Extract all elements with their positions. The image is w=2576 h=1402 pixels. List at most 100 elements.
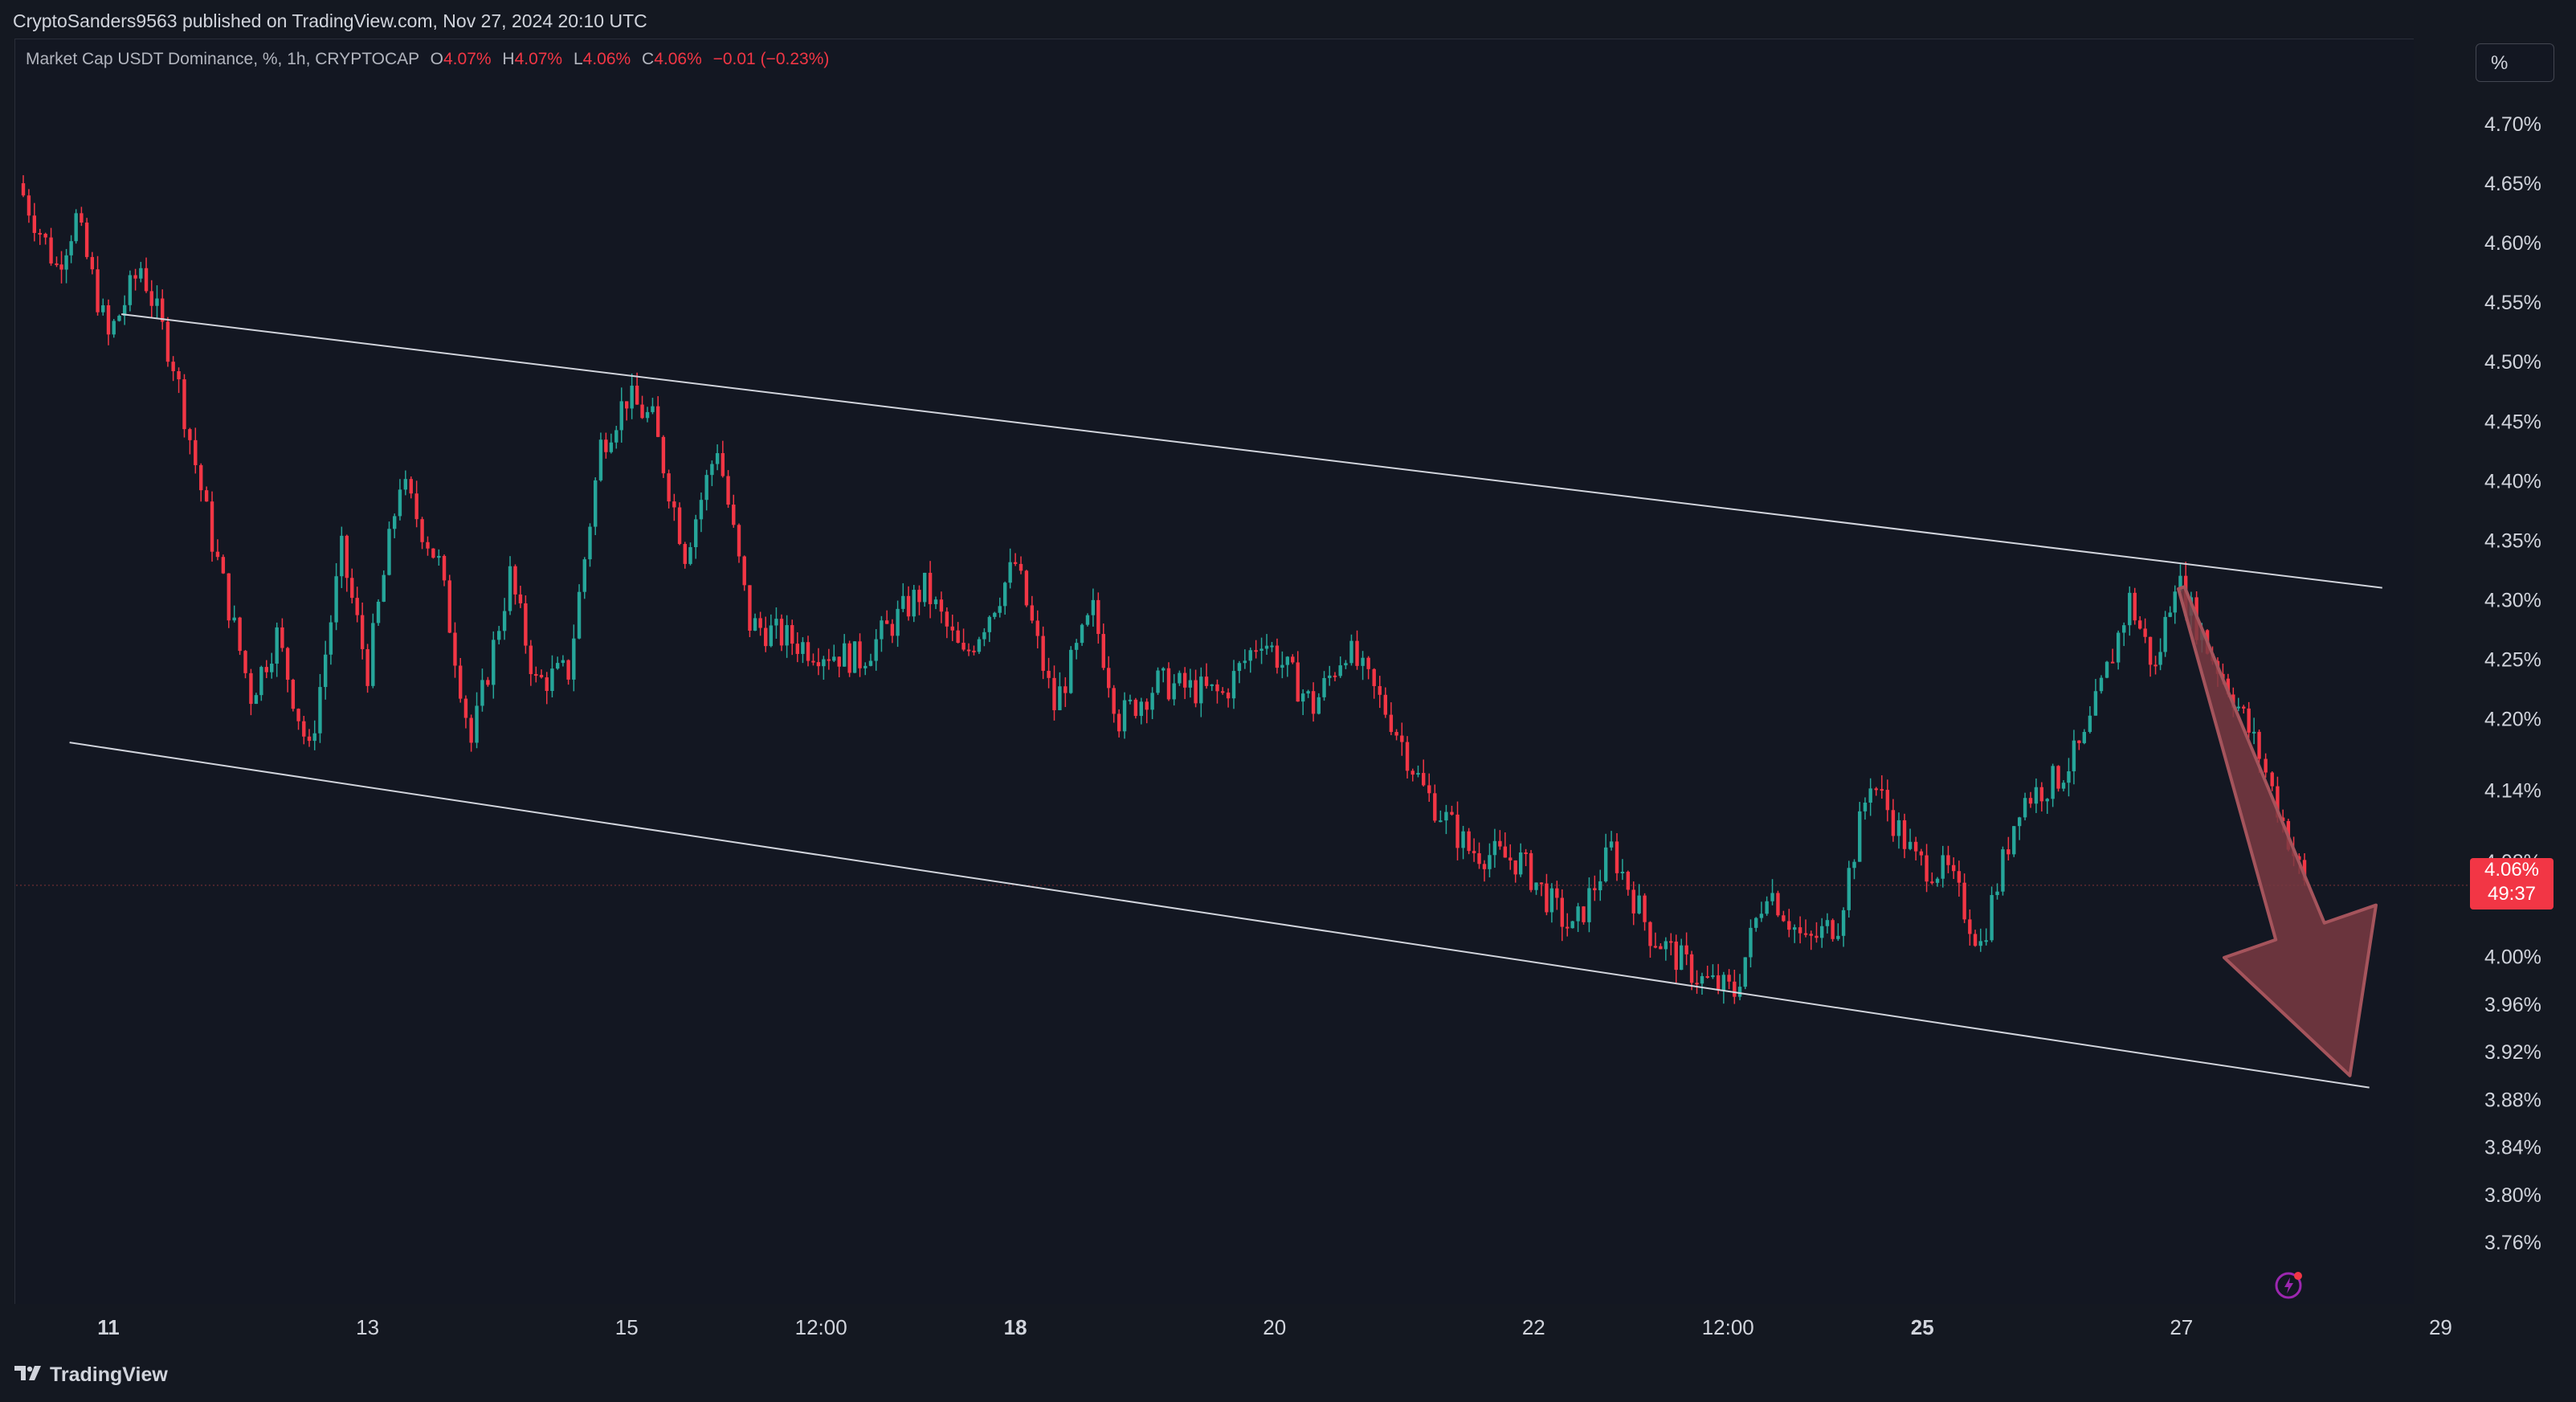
candle-body bbox=[672, 501, 676, 508]
candle-body bbox=[1204, 676, 1209, 686]
candle-body bbox=[1518, 852, 1523, 875]
candle-body bbox=[1847, 868, 1851, 910]
candle-body bbox=[1013, 562, 1018, 564]
candle-body bbox=[710, 464, 714, 476]
candle-body bbox=[555, 663, 560, 669]
candle-body bbox=[2023, 798, 2027, 818]
candle-body bbox=[1019, 563, 1023, 571]
open-label: O bbox=[430, 50, 443, 68]
candle-body bbox=[1002, 582, 1007, 607]
candle-body bbox=[837, 656, 841, 667]
candle-body bbox=[2034, 787, 2039, 804]
candle-body bbox=[1809, 934, 1813, 936]
candle-body bbox=[1450, 811, 1454, 815]
candle-body bbox=[1492, 840, 1497, 856]
candle-body bbox=[868, 660, 873, 666]
candle-body bbox=[1576, 906, 1580, 922]
candle-body bbox=[1852, 861, 1856, 869]
candle-body bbox=[1215, 684, 1219, 692]
candle-body bbox=[906, 595, 911, 617]
candle-body bbox=[550, 668, 554, 691]
candle-body bbox=[561, 660, 565, 664]
candle-body bbox=[715, 453, 720, 464]
candle-body bbox=[1210, 684, 1214, 686]
candle-body bbox=[1243, 660, 1247, 664]
candle-body bbox=[128, 275, 133, 305]
y-tick-label: 3.84% bbox=[2484, 1137, 2541, 1159]
candle-body bbox=[645, 411, 650, 419]
candle-body bbox=[640, 404, 644, 419]
candle-body bbox=[2088, 715, 2092, 732]
candle-body bbox=[2173, 591, 2177, 613]
candle-body bbox=[1787, 921, 1791, 930]
tradingview-logo[interactable]: TradingView bbox=[14, 1363, 168, 1387]
candle-body bbox=[1400, 735, 1404, 742]
candle-body bbox=[1957, 871, 1962, 883]
candle-body bbox=[307, 736, 312, 742]
candle-body bbox=[215, 551, 220, 558]
candle-body bbox=[1008, 562, 1012, 583]
candle-body bbox=[1107, 668, 1111, 689]
candle-body bbox=[742, 556, 746, 586]
candle-body bbox=[1695, 983, 1699, 985]
candle-body bbox=[852, 641, 857, 673]
candle-body bbox=[1990, 895, 1994, 941]
candle-body bbox=[982, 632, 986, 640]
candle-body bbox=[101, 305, 105, 313]
candle-body bbox=[1858, 811, 1862, 862]
candle-body bbox=[1995, 891, 1999, 896]
candle-body bbox=[2077, 740, 2081, 743]
y-tick-label: 3.92% bbox=[2484, 1041, 2541, 1064]
candle-body bbox=[371, 623, 375, 686]
candle-body bbox=[84, 223, 89, 257]
percent-scale-button[interactable]: % bbox=[2476, 43, 2554, 82]
candle-body bbox=[572, 638, 576, 680]
candle-body bbox=[1264, 645, 1269, 649]
candle-body bbox=[96, 269, 100, 313]
candle-body bbox=[232, 617, 236, 621]
y-tick-label: 4.45% bbox=[2484, 411, 2541, 433]
price-chart[interactable]: 4.70% 4.65% 4.60% 4.55% 4.50% 4.45% 4.40% 4.35%… bbox=[0, 0, 2576, 1402]
y-tick-label: 3.96% bbox=[2484, 994, 2541, 1016]
candle-body bbox=[350, 578, 354, 599]
candle-body bbox=[1035, 620, 1039, 636]
candle-body bbox=[737, 525, 741, 557]
candle-body bbox=[774, 619, 778, 626]
candle-body bbox=[1188, 680, 1193, 688]
candle-body bbox=[785, 625, 789, 646]
candle-body bbox=[1069, 649, 1073, 693]
candle-body bbox=[972, 650, 976, 652]
candle-body bbox=[210, 501, 214, 552]
candle-body bbox=[38, 232, 42, 235]
candle-body bbox=[827, 659, 831, 661]
candle-body bbox=[619, 401, 623, 431]
candle-body bbox=[32, 215, 37, 233]
candle-body bbox=[1080, 624, 1084, 644]
candle-body bbox=[1047, 670, 1051, 678]
candle-body bbox=[2133, 592, 2137, 621]
candle-body bbox=[933, 599, 938, 604]
candle-body bbox=[1410, 770, 1415, 775]
candle-body bbox=[1815, 935, 1819, 938]
candle-body bbox=[2051, 766, 2055, 799]
candle-body bbox=[188, 429, 192, 440]
candle-body bbox=[790, 625, 794, 644]
candle-body bbox=[822, 659, 826, 667]
candle-body bbox=[1259, 648, 1264, 652]
candle-body bbox=[291, 680, 296, 709]
candle-body bbox=[1770, 893, 1774, 901]
candle-body bbox=[133, 275, 137, 279]
channel-upper-line bbox=[121, 313, 2382, 589]
lightning-alert-icon[interactable] bbox=[2274, 1269, 2305, 1300]
candle-body bbox=[1166, 668, 1171, 700]
y-tick-label: 3.76% bbox=[2484, 1232, 2541, 1254]
candle-body bbox=[1874, 788, 1878, 791]
candle-body bbox=[463, 698, 468, 718]
candle-body bbox=[1461, 831, 1465, 848]
candle-body bbox=[2236, 706, 2240, 709]
candle-body bbox=[945, 611, 949, 627]
candle-body bbox=[442, 555, 447, 581]
candle-body bbox=[1231, 671, 1236, 699]
candle-body bbox=[2116, 632, 2121, 663]
candle-body bbox=[2163, 616, 2167, 652]
